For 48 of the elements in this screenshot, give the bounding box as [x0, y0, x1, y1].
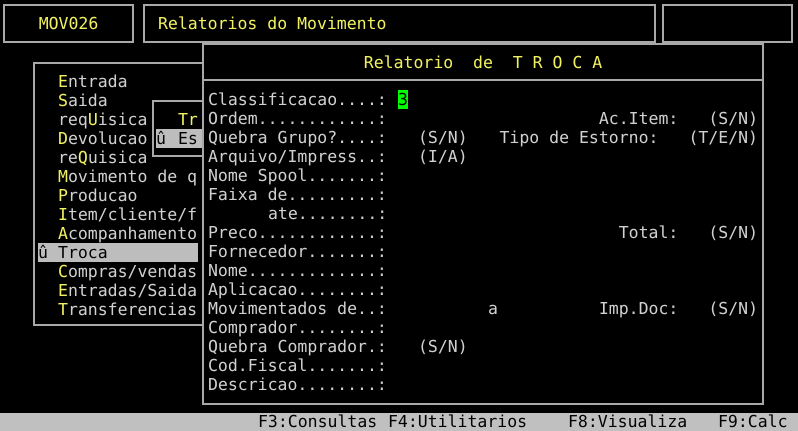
field-label: Comprador........: [208, 318, 387, 337]
option-hint: (I/A) [418, 147, 468, 166]
field-label: Faixa de.........: [208, 185, 387, 204]
menu-item[interactable]: Acompanhamento [58, 224, 198, 243]
field-label: Fornecedor.......: [208, 242, 387, 261]
field-label: Descricao........: [208, 375, 387, 394]
menu-item[interactable]: Compras/vendas [58, 262, 198, 281]
menu-item[interactable]: Devolucao [58, 129, 148, 148]
input-field[interactable]: 3 [398, 90, 408, 109]
screen-title: Relatorios do Movimento [158, 14, 386, 33]
function-key-hint[interactable]: F8:Visualiza [568, 413, 688, 431]
menu-item[interactable]: reqUisica [58, 110, 148, 129]
program-code: MOV026 [38, 14, 98, 33]
option-hint: (S/N) [418, 337, 468, 356]
range-separator: a [488, 299, 498, 318]
field-label: Nome.............: [208, 261, 387, 280]
menu-item[interactable]: û Troca [38, 243, 198, 262]
option-hint: (S/N) [708, 109, 758, 128]
function-key-hint[interactable]: F9:Calc [718, 413, 788, 431]
option-hint: (S/N) [708, 223, 758, 242]
field-label: Arquivo/Impress..: [208, 147, 387, 166]
field-label: Quebra Comprador.: [208, 337, 387, 356]
field-label: Preco............: [208, 223, 387, 242]
menu-item[interactable]: reQuisica [58, 148, 148, 167]
option-label: Tipo de Estorno: [500, 128, 658, 147]
field-label: Movimentados de..: [208, 299, 387, 318]
function-key-hint[interactable]: F4:Utilitarios [388, 413, 528, 431]
field-label: Cod.Fiscal.......: [208, 356, 387, 375]
option-hint: (S/N) [708, 299, 758, 318]
option-label: Imp.Doc: [598, 299, 678, 318]
option-hint: (T/E/N) [688, 128, 758, 147]
field-label: Classificacao....: [208, 90, 387, 109]
option-label: Total: [618, 223, 678, 242]
menu-item[interactable]: Saida [58, 91, 108, 110]
field-label: Aplicacao........: [208, 280, 387, 299]
menu-item[interactable]: Transferencias [58, 300, 198, 319]
menu-item[interactable]: Item/cliente/f [58, 205, 198, 224]
field-label: Ordem............: [208, 109, 387, 128]
menu-item[interactable]: Movimento de q [58, 167, 198, 186]
menu-item[interactable]: Entradas/Saida [58, 281, 198, 300]
field-label: Nome Spool.......: [208, 166, 387, 185]
option-hint: (S/N) [418, 128, 468, 147]
menu-item[interactable]: Entrada [58, 72, 128, 91]
field-label: ate........: [268, 204, 388, 223]
menu-item[interactable]: Producao [58, 186, 138, 205]
dialog-title: Relatorio de T R O C A [364, 52, 602, 72]
option-label: Ac.Item: [598, 109, 678, 128]
function-key-hint[interactable]: F3:Consultas [258, 413, 378, 431]
